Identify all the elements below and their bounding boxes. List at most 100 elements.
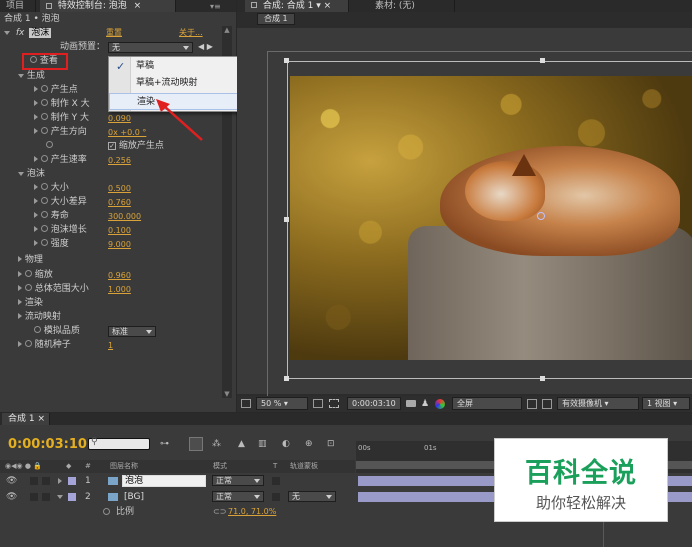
lifespan-value[interactable]: 300.000 bbox=[108, 212, 141, 221]
prop-zoom[interactable]: 缩放 bbox=[18, 268, 53, 282]
preserve-transparency-box[interactable] bbox=[272, 493, 280, 501]
about-link[interactable]: 关于... bbox=[179, 26, 203, 40]
lock-icon[interactable] bbox=[46, 3, 52, 9]
frame-blending-icon[interactable]: ▥ bbox=[258, 439, 267, 449]
lock-box[interactable] bbox=[42, 493, 50, 501]
preset-dropdown[interactable]: 无 bbox=[108, 42, 193, 53]
stopwatch-icon[interactable] bbox=[40, 85, 48, 92]
eye-icon[interactable]: 👁 bbox=[6, 474, 17, 488]
random-seed-value[interactable]: 1 bbox=[108, 341, 113, 350]
person-icon[interactable]: ♟ bbox=[421, 399, 429, 409]
layer-name-header[interactable]: 图层名称 bbox=[110, 460, 138, 473]
tab-effect-controls[interactable]: 特效控制台: 泡泡 × bbox=[40, 0, 176, 12]
comp-viewer[interactable] bbox=[237, 28, 692, 408]
tab-composition[interactable]: 合成: 合成 1 ▾ × bbox=[245, 0, 349, 12]
reset-link[interactable]: 重置 bbox=[106, 26, 122, 40]
scale-property-row[interactable]: 比例 ⊂⊃ 71.0, 71.0% bbox=[0, 505, 355, 519]
transform-handle[interactable] bbox=[284, 58, 289, 63]
stopwatch-icon[interactable] bbox=[24, 270, 32, 277]
preserve-transparency-box[interactable] bbox=[272, 477, 280, 485]
effect-header[interactable]: fx 泡沫 重置 关于... bbox=[4, 26, 230, 40]
lock-icon[interactable] bbox=[251, 2, 257, 8]
prop-size-variance[interactable]: 大小差异 bbox=[34, 195, 87, 209]
strength-value[interactable]: 9.000 bbox=[108, 240, 131, 249]
live-update-icon[interactable] bbox=[189, 437, 203, 451]
preset-prev-next-icon[interactable]: ◀ ▶ bbox=[198, 42, 213, 51]
stopwatch-icon[interactable] bbox=[46, 141, 53, 148]
section-rendering[interactable]: 渲染 bbox=[18, 296, 43, 310]
prop-strength[interactable]: 强度 bbox=[34, 237, 69, 251]
menu-item-draft[interactable]: ✓ 草稿 bbox=[109, 58, 241, 75]
section-flow-map[interactable]: 流动映射 bbox=[18, 310, 61, 324]
transform-handle[interactable] bbox=[540, 376, 545, 381]
stopwatch-icon[interactable] bbox=[40, 113, 48, 120]
eye-icon[interactable]: 👁 bbox=[6, 490, 17, 504]
link-icon[interactable]: ⊂⊃ bbox=[213, 505, 226, 519]
prop-bubble-growth[interactable]: 泡沫增长 bbox=[34, 223, 87, 237]
producer-rate-value[interactable]: 0.256 bbox=[108, 156, 131, 165]
stopwatch-icon[interactable] bbox=[40, 239, 48, 246]
tab-project[interactable]: 项目 bbox=[0, 0, 36, 12]
menu-item-draft-flow-map[interactable]: 草稿+流动映射 bbox=[109, 75, 241, 92]
dropdown-arrow-icon[interactable]: ▾ × bbox=[316, 1, 331, 11]
grid-icon[interactable] bbox=[542, 399, 552, 409]
shy-layers-icon[interactable]: ▲ bbox=[238, 439, 245, 449]
motion-blur-icon[interactable]: ◐ bbox=[282, 439, 290, 449]
camera-snapshot-icon[interactable] bbox=[406, 400, 416, 407]
scroll-up-icon[interactable]: ▲ bbox=[222, 26, 232, 34]
transform-handle[interactable] bbox=[284, 376, 289, 381]
close-icon[interactable]: × bbox=[134, 1, 142, 11]
prop-producer-x-size[interactable]: 制作 X 大 bbox=[34, 97, 90, 111]
stopwatch-icon[interactable] bbox=[30, 56, 37, 63]
safe-zones-icon[interactable] bbox=[313, 399, 323, 408]
solo-box[interactable] bbox=[30, 493, 38, 501]
blend-mode-dropdown[interactable]: 正常 bbox=[212, 475, 264, 486]
zoom-value[interactable]: 0.960 bbox=[108, 271, 131, 280]
collapse-icon[interactable] bbox=[57, 495, 63, 499]
prop-producer-direction[interactable]: 产生方向 bbox=[34, 125, 87, 139]
section-generation[interactable]: 生成 bbox=[18, 69, 45, 83]
comp-subtab[interactable]: 合成 1 bbox=[257, 13, 295, 25]
sim-quality-dropdown[interactable]: 标准 bbox=[108, 326, 156, 337]
label-color-swatch[interactable] bbox=[68, 493, 76, 501]
panel-menu-icon[interactable]: ▾≡ bbox=[210, 2, 221, 11]
stopwatch-icon[interactable] bbox=[40, 183, 48, 190]
transform-handle[interactable] bbox=[540, 58, 545, 63]
size-variance-value[interactable]: 0.760 bbox=[108, 198, 131, 207]
comp-mini-flowchart-icon[interactable]: ⊶ bbox=[160, 439, 169, 449]
stopwatch-icon[interactable] bbox=[34, 326, 41, 333]
universe-size-value[interactable]: 1.000 bbox=[108, 285, 131, 294]
timeline-layer-row[interactable]: 👁 1 泡泡 正常 bbox=[0, 474, 355, 488]
solo-box[interactable] bbox=[30, 477, 38, 485]
stopwatch-icon[interactable] bbox=[103, 508, 110, 515]
producer-y-size-value[interactable]: 0.090 bbox=[108, 114, 131, 123]
prop-sim-quality[interactable]: 模拟品质 bbox=[34, 324, 80, 338]
stopwatch-icon[interactable] bbox=[40, 197, 48, 204]
prop-producer-point[interactable]: 产生点 bbox=[34, 83, 78, 97]
timeline-layer-row[interactable]: 👁 2 [BG] 正常 无 bbox=[0, 490, 355, 504]
scale-value[interactable]: 71.0, 71.0% bbox=[228, 505, 276, 519]
fx-icon[interactable]: fx bbox=[16, 28, 25, 38]
mode-header[interactable]: 模式 bbox=[213, 460, 227, 473]
camera-dropdown[interactable]: 有效摄像机 ▾ bbox=[557, 397, 639, 410]
effect-name[interactable]: 泡沫 bbox=[29, 28, 52, 38]
tab-footage[interactable]: 素材: (无) bbox=[355, 0, 455, 12]
layer-name[interactable]: 泡泡 bbox=[122, 475, 206, 487]
tab-timeline[interactable]: 合成 1 × bbox=[2, 413, 50, 425]
stopwatch-icon[interactable] bbox=[40, 127, 48, 134]
layer-search-input[interactable]: ⚲ bbox=[88, 437, 150, 450]
prop-universe-size[interactable]: 总体范围大小 bbox=[18, 282, 89, 296]
color-channels-icon[interactable] bbox=[435, 399, 445, 409]
prop-lifespan[interactable]: 寿命 bbox=[34, 209, 69, 223]
producer-direction-value[interactable]: 0x +0.0 ° bbox=[108, 128, 146, 137]
lock-box[interactable] bbox=[42, 477, 50, 485]
resolution-dropdown[interactable]: 全屏 bbox=[452, 397, 522, 410]
prop-producer-y-size[interactable]: 制作 Y 大 bbox=[34, 111, 89, 125]
bubble-growth-value[interactable]: 0.100 bbox=[108, 226, 131, 235]
timeline-timecode[interactable]: 0:00:03:10 bbox=[8, 437, 87, 452]
blend-mode-dropdown[interactable]: 正常 bbox=[212, 491, 264, 502]
transparency-grid-icon[interactable] bbox=[527, 399, 537, 409]
prop-size[interactable]: 大小 bbox=[34, 181, 69, 195]
zoom-dropdown[interactable]: 50 % ▾ bbox=[256, 397, 308, 410]
transform-handle[interactable] bbox=[284, 217, 289, 222]
